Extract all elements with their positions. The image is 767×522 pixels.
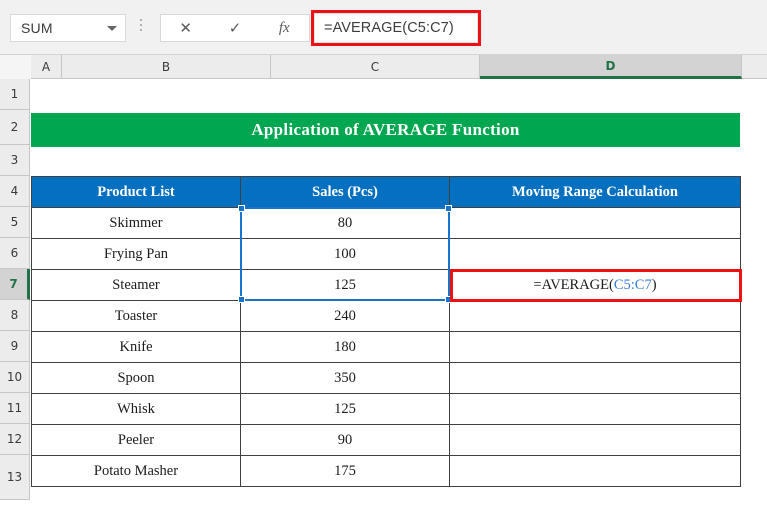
data-table: Product List Sales (Pcs) Moving Range Ca…: [31, 176, 741, 487]
row-header-6[interactable]: 6: [0, 238, 30, 269]
table-header-row: Product List Sales (Pcs) Moving Range Ca…: [31, 176, 741, 208]
cell-sales[interactable]: 125: [240, 393, 450, 425]
row-header-8[interactable]: 8: [0, 300, 30, 331]
table-row: Frying Pan 100: [31, 238, 741, 270]
column-header-b[interactable]: B: [62, 55, 271, 79]
cell-moving-range[interactable]: [449, 455, 741, 487]
formula-reference: C5:C7: [613, 276, 652, 293]
cell-sales[interactable]: 180: [240, 331, 450, 363]
cell-product[interactable]: Potato Masher: [31, 455, 241, 487]
table-row: Potato Masher 175: [31, 455, 741, 487]
row-header-12[interactable]: 12: [0, 424, 30, 455]
sheet-title-banner: Application of AVERAGE Function: [31, 113, 740, 147]
divider-dot: [140, 24, 142, 26]
row-header-11[interactable]: 11: [0, 393, 30, 424]
formula-suffix: ): [651, 276, 657, 293]
column-header-c[interactable]: C: [271, 55, 480, 79]
cell-moving-range[interactable]: [449, 393, 741, 425]
formula-input-value: =AVERAGE(C5:C7): [324, 20, 454, 36]
cell-moving-range[interactable]: [449, 300, 741, 332]
column-header-moving-range: Moving Range Calculation: [449, 176, 741, 208]
name-box-value: SUM: [21, 20, 53, 36]
cell-sales[interactable]: 100: [240, 238, 450, 270]
cell-sales[interactable]: 175: [240, 455, 450, 487]
cell-product[interactable]: Knife: [31, 331, 241, 363]
table-row: Skimmer 80: [31, 207, 741, 239]
cell-product[interactable]: Steamer: [31, 269, 241, 301]
table-row: Whisk 125: [31, 393, 741, 425]
column-header-d[interactable]: D: [480, 55, 742, 79]
row-header-1[interactable]: 1: [0, 79, 30, 110]
chevron-down-icon[interactable]: [107, 25, 117, 31]
cell-sales[interactable]: 80: [240, 207, 450, 239]
row-header-2[interactable]: 2: [0, 110, 30, 145]
cell-moving-range[interactable]: =AVERAGE(C5:C7): [449, 269, 741, 301]
column-header-product: Product List: [31, 176, 241, 208]
row-header-10[interactable]: 10: [0, 362, 30, 393]
formula-prefix: =AVERAGE(: [533, 276, 614, 293]
cell-product[interactable]: Peeler: [31, 424, 241, 456]
cell-product[interactable]: Spoon: [31, 362, 241, 394]
formula-bar-divider: [140, 19, 142, 31]
cell-sales[interactable]: 350: [240, 362, 450, 394]
cell-sales[interactable]: 90: [240, 424, 450, 456]
cell-moving-range[interactable]: [449, 238, 741, 270]
cancel-icon[interactable]: ✕: [166, 15, 206, 41]
table-row: Steamer 125 =AVERAGE(C5:C7): [31, 269, 741, 301]
table-row: Knife 180: [31, 331, 741, 363]
column-header-filler: [742, 55, 767, 79]
divider-dot: [140, 29, 142, 31]
insert-function-icon[interactable]: fx: [264, 15, 304, 41]
formula-bar-strip: SUM ✕ ✓ fx =AVERAGE(C5:C7): [0, 0, 767, 55]
divider-dot: [140, 19, 142, 21]
row-header-7[interactable]: 7: [0, 269, 30, 300]
cell-moving-range[interactable]: [449, 331, 741, 363]
table-row: Spoon 350: [31, 362, 741, 394]
row-header-3[interactable]: 3: [0, 145, 30, 176]
table-body: Skimmer 80 Frying Pan 100 Steamer 125 =AVERAGE…: [31, 207, 741, 487]
cell-moving-range[interactable]: [449, 362, 741, 394]
row-header-5[interactable]: 5: [0, 207, 30, 238]
cell-moving-range[interactable]: [449, 424, 741, 456]
cell-product[interactable]: Frying Pan: [31, 238, 241, 270]
cell-sales[interactable]: 125: [240, 269, 450, 301]
formula-bar-buttons: ✕ ✓ fx: [160, 14, 310, 42]
row-header-4[interactable]: 4: [0, 176, 30, 207]
cell-moving-range[interactable]: [449, 207, 741, 239]
column-header-row: ABCD: [0, 55, 767, 79]
sheet-title-text: Application of AVERAGE Function: [251, 120, 520, 139]
cell-product[interactable]: Toaster: [31, 300, 241, 332]
name-box[interactable]: SUM: [10, 14, 126, 42]
cell-product[interactable]: Skimmer: [31, 207, 241, 239]
row-header-13[interactable]: 13: [0, 455, 30, 500]
cell-sales[interactable]: 240: [240, 300, 450, 332]
enter-icon[interactable]: ✓: [215, 15, 255, 41]
column-header-a[interactable]: A: [31, 55, 62, 79]
formula-input[interactable]: =AVERAGE(C5:C7): [314, 13, 478, 43]
cell-product[interactable]: Whisk: [31, 393, 241, 425]
row-header-9[interactable]: 9: [0, 331, 30, 362]
column-header-sales: Sales (Pcs): [240, 176, 450, 208]
formula-input-annotation: =AVERAGE(C5:C7): [311, 10, 481, 46]
table-row: Toaster 240: [31, 300, 741, 332]
table-row: Peeler 90: [31, 424, 741, 456]
